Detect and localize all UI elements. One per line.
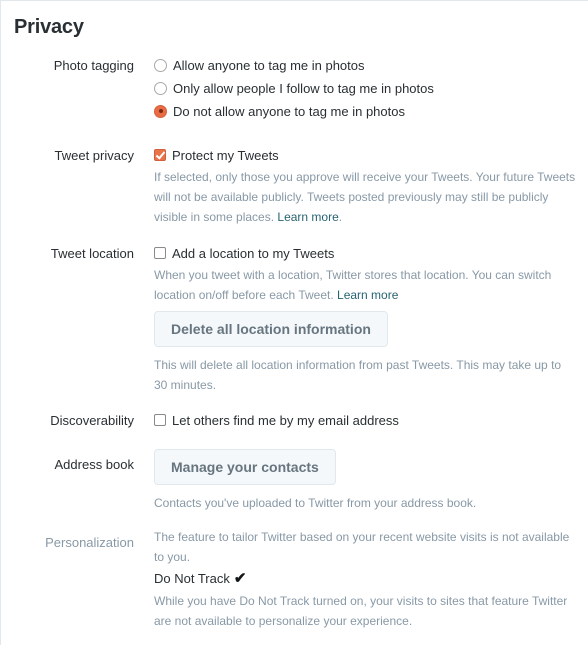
checkmark-icon: ✔: [233, 570, 247, 587]
tweet-location-controls: Add a location to my Tweets When you twe…: [154, 244, 579, 395]
page-title: Privacy: [14, 16, 84, 38]
option-label: Only allow people I follow to tag me in …: [173, 80, 434, 96]
learn-more-link[interactable]: Learn more: [277, 210, 338, 224]
photo-tagging-option-anyone[interactable]: Allow anyone to tag me in photos: [154, 56, 579, 74]
protect-tweets-checkbox[interactable]: [154, 149, 166, 161]
do-not-track-help: While you have Do Not Track turned on, y…: [154, 594, 568, 628]
checkbox-label: Add a location to my Tweets: [172, 245, 335, 261]
tweet-privacy-label: Tweet privacy: [54, 148, 134, 163]
address-book-controls: Manage your contacts Contacts you've upl…: [154, 449, 579, 513]
personalization-label: Personalization: [45, 535, 134, 550]
option-label: Do not allow anyone to tag me in photos: [173, 103, 405, 119]
do-not-track-label: Do Not Track: [154, 571, 230, 586]
checkbox-label: Let others find me by my email address: [172, 412, 399, 428]
discoverability-controls: Let others find me by my email address: [154, 411, 579, 429]
tweet-location-label: Tweet location: [50, 246, 134, 261]
email-discoverability-checkbox[interactable]: [154, 414, 166, 426]
photo-tagging-option-nobody[interactable]: Do not allow anyone to tag me in photos: [154, 102, 579, 120]
tweet-privacy-help: If selected, only those you approve will…: [154, 170, 576, 224]
help-text: If selected, only those you approve will…: [154, 170, 576, 224]
radio-button[interactable]: [154, 81, 167, 95]
photo-tagging-option-following[interactable]: Only allow people I follow to tag me in …: [154, 79, 579, 97]
radio-button-selected[interactable]: [154, 104, 167, 118]
add-location-checkbox[interactable]: [154, 247, 166, 259]
address-book-help: Contacts you've uploaded to Twitter from…: [154, 496, 477, 510]
address-book-label: Address book: [54, 457, 135, 472]
tweet-location-help: When you tweet with a location, Twitter …: [154, 265, 579, 305]
radio-button[interactable]: [154, 58, 167, 72]
option-label: Allow anyone to tag me in photos: [173, 57, 365, 73]
tweet-privacy-controls: Protect my Tweets If selected, only thos…: [154, 146, 579, 227]
checkbox-label: Protect my Tweets: [172, 147, 279, 163]
manage-contacts-button[interactable]: Manage your contacts: [154, 449, 336, 485]
delete-location-help: This will delete all location informatio…: [154, 358, 562, 392]
add-location-checkbox-row[interactable]: Add a location to my Tweets: [154, 244, 579, 262]
photo-tagging-options: Allow anyone to tag me in photos Only al…: [154, 56, 579, 120]
photo-tagging-label: Photo tagging: [53, 58, 134, 73]
delete-location-button[interactable]: Delete all location information: [154, 311, 388, 347]
personalization-controls: The feature to tailor Twitter based on y…: [154, 527, 579, 631]
discoverability-label: Discoverability: [50, 413, 134, 428]
settings-panel: Privacy Photo tagging Allow anyone to ta…: [0, 0, 588, 645]
protect-tweets-checkbox-row[interactable]: Protect my Tweets: [154, 146, 579, 164]
learn-more-link[interactable]: Learn more: [337, 288, 398, 302]
email-discoverability-checkbox-row[interactable]: Let others find me by my email address: [154, 411, 579, 429]
personalization-help: The feature to tailor Twitter based on y…: [154, 530, 570, 564]
do-not-track-status: Do Not Track ✔: [154, 569, 579, 589]
